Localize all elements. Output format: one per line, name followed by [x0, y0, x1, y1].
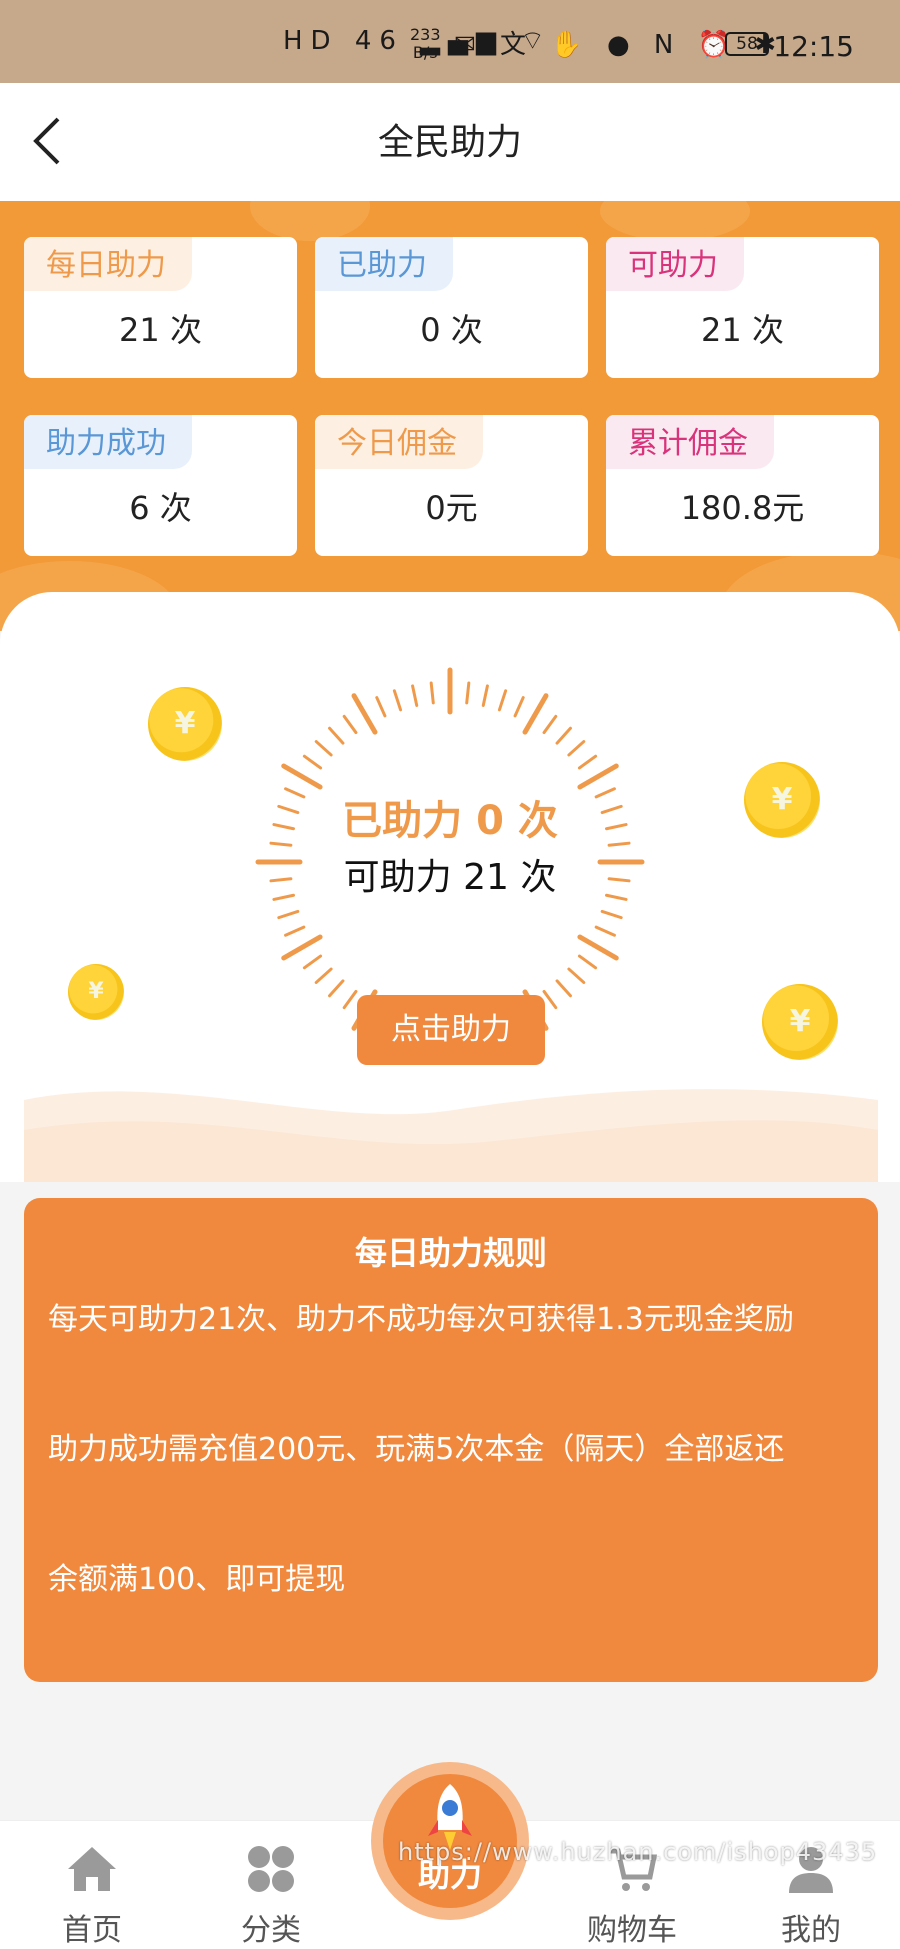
stats-banner: 每日助力 21 次 已助力 0 次 可助力 21 次 助力成功 6 次 今日佣金…	[0, 201, 900, 631]
dial-tick	[392, 689, 403, 712]
help-dial-card: ¥ ¥ ¥ ¥ 已助力 0 次 可助力 21 次 点击助力	[0, 592, 900, 1182]
stat-value: 180.8元	[680, 489, 805, 527]
dial-tick	[577, 934, 619, 961]
dial-tick	[314, 967, 333, 984]
battery-icon: 58	[725, 32, 769, 56]
stat-label: 已助力	[315, 237, 453, 291]
dial-tick	[328, 979, 345, 998]
rules-box: 每日助力规则 每天可助力21次、助力不成功每次可获得1.3元现金奖励 助力成功需…	[24, 1198, 878, 1682]
home-icon	[68, 1847, 116, 1891]
dial-tick	[351, 693, 378, 735]
rules-title: 每日助力规则	[354, 1234, 547, 1272]
rule-item: 助力成功需充值200元、玩满5次本金（隔天）全部返还	[48, 1432, 785, 1467]
speed-value: 233	[410, 25, 441, 44]
dial-tick	[411, 684, 419, 707]
stat-value: 21 次	[119, 311, 202, 349]
dial-tick	[281, 763, 323, 790]
cloud-decoration	[600, 201, 750, 241]
watermark: https://www.huzhan.com/ishop43435	[398, 1838, 878, 1866]
dial-tick	[577, 954, 598, 970]
stat-label: 累计佣金	[606, 415, 774, 469]
dial-tick	[342, 989, 358, 1010]
dial-tick	[577, 763, 619, 790]
helped-count: 已助力 0 次	[342, 798, 558, 844]
dial-tick	[465, 681, 471, 705]
stat-card-done: 已助力 0 次	[315, 237, 588, 378]
tab-label: 分类	[241, 1913, 301, 1948]
network-speed: 233 B/s	[410, 26, 441, 62]
dial-tick	[328, 726, 345, 745]
stat-card-daily: 每日助力 21 次	[24, 237, 297, 378]
cloud-decoration	[250, 201, 370, 241]
stat-value: 21 次	[701, 311, 784, 349]
rule-item: 每天可助力21次、助力不成功每次可获得1.3元现金奖励	[48, 1302, 794, 1337]
dial-tick	[284, 925, 306, 937]
tab-label: 首页	[62, 1913, 122, 1948]
dial-tick	[594, 925, 616, 937]
available-count: 可助力 21 次	[343, 857, 557, 898]
help-button[interactable]: 点击助力	[357, 995, 545, 1065]
coin-icon: ¥	[762, 984, 838, 1060]
page-title: 全民助力	[377, 122, 522, 163]
status-bar: HD 46 ▂▄▆ ⌔ 233 B/s ✉ 文 ✋ ● N ⏰ ✱ 58 12:…	[0, 0, 900, 83]
stat-label: 今日佣金	[315, 415, 483, 469]
header: 全民助力	[0, 83, 900, 201]
dial-tick	[577, 754, 598, 770]
dial-tick	[555, 726, 572, 745]
dial-tick	[555, 979, 572, 998]
dial-tick	[302, 754, 323, 770]
coin-icon: ¥	[148, 687, 222, 761]
dial-tick	[522, 693, 549, 735]
dial-tick	[542, 989, 558, 1010]
wave-decoration	[24, 1089, 878, 1182]
stat-card-today-commission: 今日佣金 0元	[315, 415, 588, 556]
clock: 12:15	[773, 30, 854, 63]
tab-label: 我的	[781, 1913, 841, 1948]
stat-label: 可助力	[606, 237, 744, 291]
speed-unit: B/s	[412, 43, 438, 62]
stat-value: 6 次	[129, 489, 192, 527]
dial-tick	[302, 954, 323, 970]
stat-value: 0元	[425, 489, 478, 527]
stat-card-available: 可助力 21 次	[606, 237, 879, 378]
coin-icon: ¥	[68, 964, 124, 1020]
tab-label: 购物车	[587, 1913, 677, 1948]
dial-tick	[281, 934, 323, 961]
dial-tick	[567, 967, 586, 984]
dial-tick	[375, 696, 387, 718]
stat-card-total-commission: 累计佣金 180.8元	[606, 415, 879, 556]
dial-tick	[600, 909, 623, 920]
stat-card-success: 助力成功 6 次	[24, 415, 297, 556]
dial-tick	[342, 714, 358, 735]
stat-value: 0 次	[420, 311, 483, 349]
dial-tick	[542, 714, 558, 735]
category-icon	[248, 1846, 294, 1892]
rule-item: 余额满100、即可提现	[48, 1562, 346, 1597]
battery-level: 58	[736, 34, 758, 54]
dial-tick	[481, 684, 489, 707]
dial-tick	[513, 696, 525, 718]
coin-icon: ¥	[744, 762, 820, 838]
dial-tick	[277, 909, 300, 920]
stat-label: 助力成功	[24, 415, 192, 469]
dial-tick	[429, 681, 435, 705]
dial-tick	[314, 740, 333, 757]
dial-tick	[567, 740, 586, 757]
stat-label: 每日助力	[24, 237, 192, 291]
dial-tick	[497, 689, 508, 712]
